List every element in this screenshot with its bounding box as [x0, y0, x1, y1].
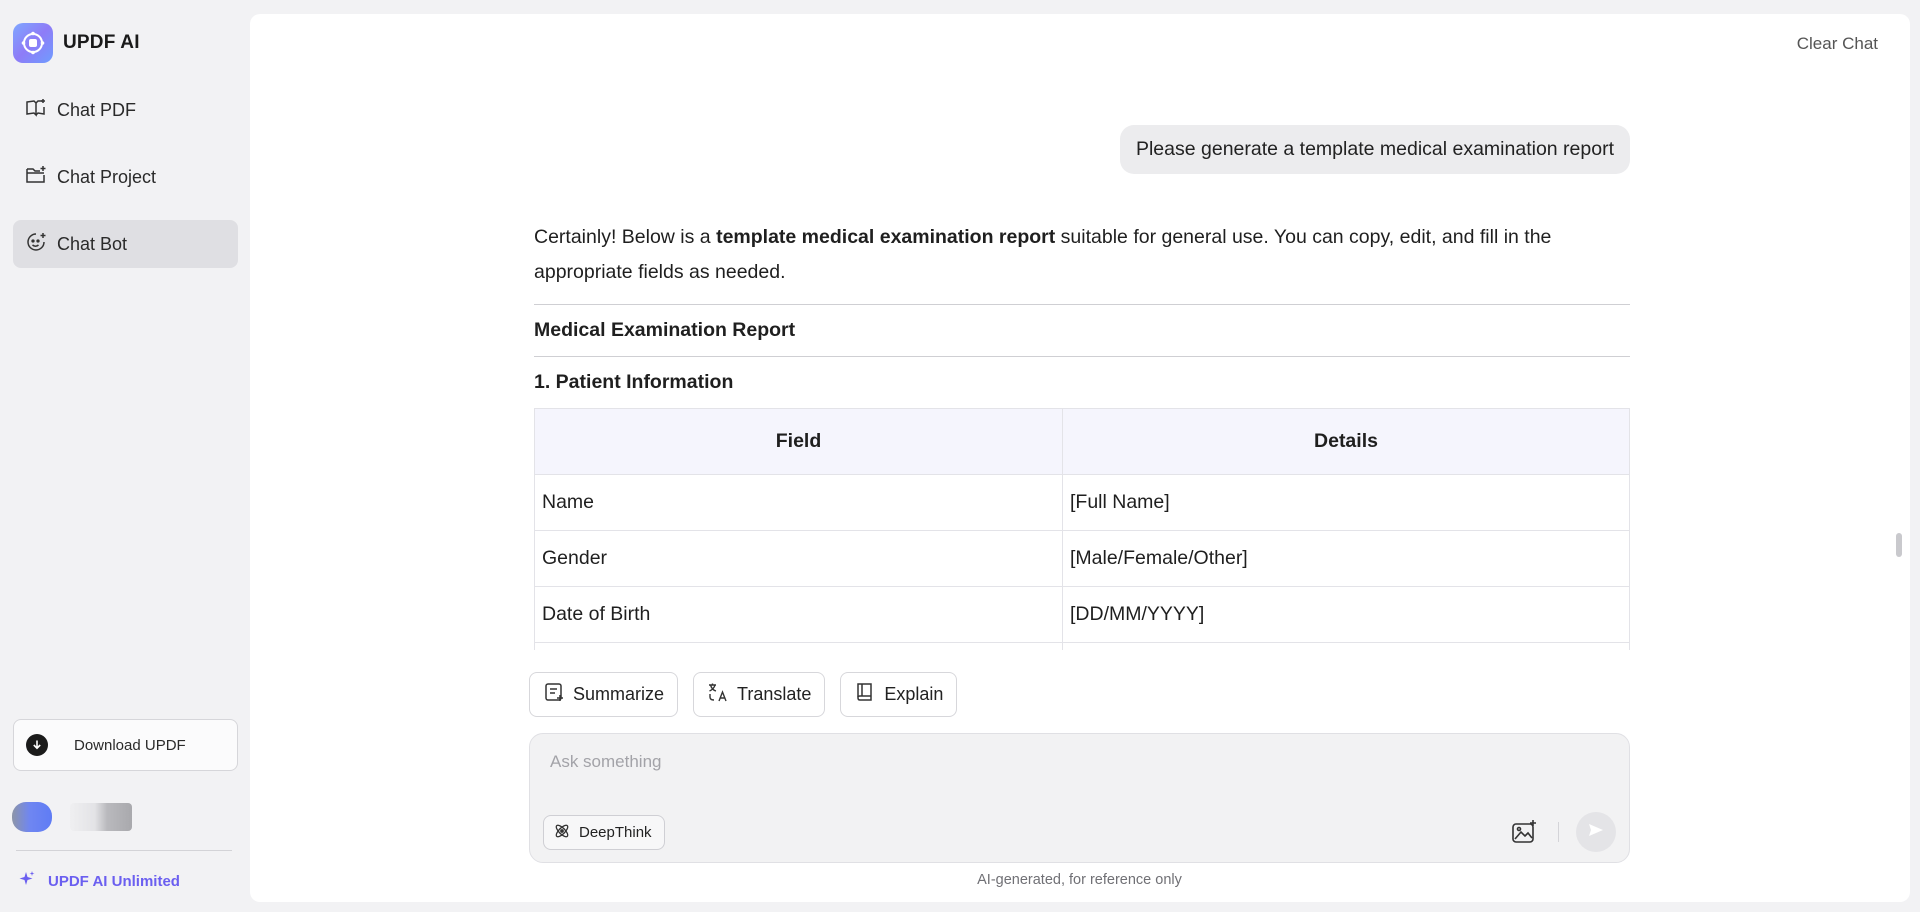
image-upload-icon[interactable]: [1509, 817, 1539, 847]
sparkle-icon: [18, 870, 36, 892]
deepthink-toggle[interactable]: DeepThink: [543, 815, 665, 850]
assistant-message: Certainly! Below is a template medical e…: [534, 220, 1630, 650]
table-row: Gender [Male/Female/Other]: [534, 530, 1630, 587]
book-sparkle-icon: [25, 97, 47, 124]
table-cell: [1062, 642, 1630, 650]
explain-label: Explain: [884, 684, 944, 704]
patient-info-table: Field Details Name [Full Name] Gender [M…: [534, 408, 1630, 650]
intro-text: Certainly! Below is a: [534, 226, 717, 248]
ask-input[interactable]: [550, 746, 1450, 778]
brand-name: UPDF AI: [63, 32, 140, 53]
sidebar-item-chat-project[interactable]: Chat Project: [13, 153, 238, 201]
send-button[interactable]: [1576, 812, 1616, 852]
sidebar-item-label: Chat PDF: [57, 99, 137, 120]
report-title: Medical Examination Report: [534, 319, 796, 341]
ai-disclaimer: AI-generated, for reference only: [977, 872, 1182, 888]
atom-icon: [553, 822, 571, 844]
table-cell: [Full Name]: [1062, 474, 1630, 531]
column-header: Field: [534, 408, 1063, 475]
sidebar-item-label: Chat Project: [57, 166, 157, 187]
table-header-row: Field Details: [534, 408, 1630, 475]
chat-panel: Clear Chat Please generate a template me…: [250, 14, 1910, 902]
assistant-intro: Certainly! Below is a template medical e…: [534, 220, 1630, 290]
upgrade-label: UPDF AI Unlimited: [48, 872, 180, 890]
table-row: [534, 642, 1630, 650]
user-account[interactable]: [12, 802, 132, 832]
summarize-icon: [543, 681, 565, 708]
sidebar-nav: Chat PDF Chat Project Chat Bot: [13, 86, 238, 287]
sidebar-item-label: Chat Bot: [57, 233, 128, 254]
deepthink-label: DeepThink: [579, 824, 652, 841]
bot-face-icon: [25, 231, 47, 258]
table-cell: [DD/MM/YYYY]: [1062, 586, 1630, 643]
section-title: 1. Patient Information: [534, 371, 734, 393]
upgrade-link[interactable]: UPDF AI Unlimited: [18, 870, 180, 892]
table-row: Date of Birth [DD/MM/YYYY]: [534, 586, 1630, 643]
table-cell: Gender: [534, 530, 1063, 587]
table-cell: Name: [534, 474, 1063, 531]
translate-label: Translate: [737, 684, 812, 704]
divider: [1558, 822, 1559, 842]
translate-button[interactable]: Translate: [693, 672, 826, 717]
user-message: Please generate a template medical exami…: [1119, 125, 1630, 174]
avatar[interactable]: [12, 802, 52, 832]
book-icon: [854, 681, 876, 708]
folder-plus-icon: [25, 164, 47, 191]
explain-button[interactable]: Explain: [840, 672, 958, 717]
chat-composer: DeepThink: [529, 733, 1630, 863]
quick-actions: Summarize Translate Explain: [529, 672, 958, 717]
download-icon: [26, 734, 48, 756]
translate-icon: [707, 681, 729, 708]
download-label: Download UPDF: [74, 736, 186, 754]
brand[interactable]: UPDF AI: [13, 23, 140, 63]
clear-chat-button[interactable]: Clear Chat: [1797, 34, 1878, 54]
table-cell: [Male/Female/Other]: [1062, 530, 1630, 587]
download-updf-button[interactable]: Download UPDF: [13, 719, 238, 771]
column-header: Details: [1062, 408, 1630, 475]
updf-logo-icon: [13, 23, 53, 63]
table-row: Name [Full Name]: [534, 474, 1630, 531]
intro-bold-text: template medical examination report: [716, 226, 1056, 248]
table-cell: Date of Birth: [534, 586, 1063, 643]
user-name-redacted: [70, 803, 132, 831]
sidebar-item-chat-bot[interactable]: Chat Bot: [13, 220, 238, 268]
summarize-button[interactable]: Summarize: [529, 672, 679, 717]
summarize-label: Summarize: [573, 684, 665, 704]
sidebar: UPDF AI Chat PDF Chat Project Chat Bot D…: [0, 0, 250, 912]
sidebar-item-chat-pdf[interactable]: Chat PDF: [13, 86, 238, 134]
scrollbar-thumb[interactable]: [1896, 533, 1902, 557]
table-cell: [534, 642, 1063, 650]
divider: [16, 850, 232, 851]
send-icon: [1587, 821, 1605, 844]
